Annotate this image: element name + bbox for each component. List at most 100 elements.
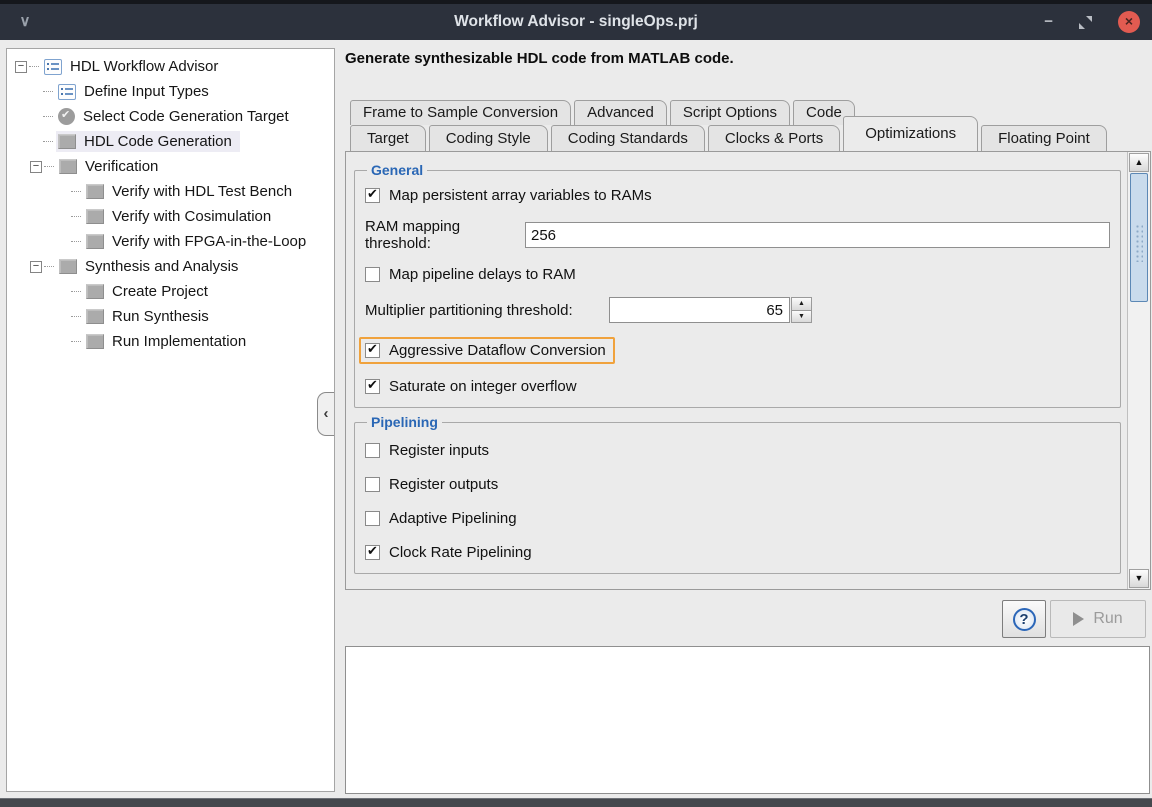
tab-script-options[interactable]: Script Options — [670, 100, 790, 125]
tree-item-label: Run Synthesis — [112, 308, 209, 325]
checkbox-adaptive-pipelining[interactable] — [365, 511, 380, 526]
task-square-icon — [86, 284, 104, 299]
checkbox-label: Register inputs — [389, 442, 489, 459]
tree-item-create-project[interactable]: Create Project — [7, 279, 334, 304]
input-ram-mapping-threshold[interactable] — [525, 222, 1110, 248]
checkbox-map-persistent-rams[interactable]: ✔ — [365, 188, 380, 203]
tree-connector — [71, 191, 81, 192]
tab-target[interactable]: Target — [350, 125, 426, 151]
tree-item-verify-with-fpga-in-the-loop[interactable]: Verify with FPGA-in-the-Loop — [7, 229, 334, 254]
input-multiplier-partitioning-threshold[interactable] — [609, 297, 790, 323]
tree-item-verify-with-cosimulation[interactable]: Verify with Cosimulation — [7, 204, 334, 229]
tab-row-2: Target Coding Style Coding Standards Clo… — [350, 125, 1152, 151]
checkbox-map-pipeline-delays[interactable] — [365, 267, 380, 282]
tree-connector — [43, 116, 53, 117]
task-square-icon — [86, 334, 104, 349]
tree-connector — [71, 341, 81, 342]
checkbox-row-adaptive-pipelining: Adaptive Pipelining — [365, 510, 1110, 527]
tree-item-verify-with-hdl-test-bench[interactable]: Verify with HDL Test Bench — [7, 179, 334, 204]
scroll-thumb[interactable] — [1130, 173, 1148, 302]
field-label: Multiplier partitioning threshold: — [365, 302, 609, 319]
checkbox-register-outputs[interactable] — [365, 477, 380, 492]
tree-connector — [71, 241, 81, 242]
tree-connector — [71, 316, 81, 317]
optimizations-scroll-viewport: General ✔ Map persistent array variables… — [346, 152, 1127, 589]
field-row-multiplier-partitioning-threshold: Multiplier partitioning threshold: ▲ ▼ — [365, 297, 1110, 323]
tree-connector — [44, 266, 54, 267]
field-label: RAM mapping threshold: — [365, 218, 525, 252]
tab-coding-style[interactable]: Coding Style — [429, 125, 548, 151]
window-title: Workflow Advisor - singleOps.prj — [0, 4, 1152, 40]
run-button[interactable]: Run — [1050, 600, 1146, 638]
minimize-icon[interactable]: − — [1044, 16, 1053, 28]
checkbox-row-map-persistent-rams: ✔ Map persistent array variables to RAMs — [365, 187, 1110, 204]
general-group-legend: General — [367, 162, 427, 178]
help-button[interactable]: ? — [1002, 600, 1046, 638]
checkbox-aggressive-dataflow-conversion[interactable]: ✔ — [365, 343, 380, 358]
tree-item-hdl-workflow-advisor[interactable]: − HDL Workflow Advisor — [7, 54, 334, 79]
run-button-label: Run — [1093, 610, 1122, 628]
step-description: Generate synthesizable HDL code from MAT… — [345, 50, 734, 67]
titlebar: ∨ Workflow Advisor - singleOps.prj − × — [0, 0, 1152, 40]
run-play-icon — [1073, 612, 1084, 626]
tree-item-verification[interactable]: − Verification — [7, 154, 334, 179]
checkbox-row-map-pipeline-delays: Map pipeline delays to RAM — [365, 266, 1110, 283]
checkbox-label: Adaptive Pipelining — [389, 510, 517, 527]
close-icon[interactable]: × — [1118, 11, 1140, 33]
task-square-icon — [86, 209, 104, 224]
tree-item-label: Define Input Types — [84, 83, 209, 100]
tree-connector — [71, 216, 81, 217]
checkbox-label: Clock Rate Pipelining — [389, 544, 532, 561]
workflow-advisor-window: ∨ Workflow Advisor - singleOps.prj − × −… — [0, 0, 1152, 807]
tree-item-run-implementation[interactable]: Run Implementation — [7, 329, 334, 354]
main-content: − HDL Workflow Advisor Define Input Type… — [0, 40, 1152, 798]
tree-item-synthesis-and-analysis[interactable]: − Synthesis and Analysis — [7, 254, 334, 279]
tab-coding-standards[interactable]: Coding Standards — [551, 125, 705, 151]
message-log-area[interactable] — [345, 646, 1150, 794]
collapse-minus-icon[interactable]: − — [30, 161, 42, 173]
scroll-up-icon[interactable]: ▲ — [1129, 153, 1149, 172]
tree-item-label: HDL Workflow Advisor — [70, 58, 218, 75]
panel-collapse-handle[interactable]: ‹ — [317, 392, 334, 436]
collapse-minus-icon[interactable]: − — [30, 261, 42, 273]
checkbox-label: Register outputs — [389, 476, 498, 493]
field-row-ram-mapping-threshold: RAM mapping threshold: — [365, 218, 1110, 252]
checkbox-row-register-inputs: Register inputs — [365, 442, 1110, 459]
tab-advanced[interactable]: Advanced — [574, 100, 667, 125]
task-square-icon — [59, 159, 77, 174]
pipelining-group: Pipelining Register inputs Register outp… — [354, 414, 1121, 574]
checkbox-clock-rate-pipelining[interactable]: ✔ — [365, 545, 380, 560]
task-square-icon — [86, 234, 104, 249]
general-group: General ✔ Map persistent array variables… — [354, 162, 1121, 408]
vertical-scrollbar[interactable]: ▲ ▼ — [1127, 152, 1150, 589]
collapse-minus-icon[interactable]: − — [15, 61, 27, 73]
task-list-icon — [44, 59, 62, 75]
tree-item-label: Create Project — [112, 283, 208, 300]
restore-icon[interactable] — [1079, 16, 1092, 29]
task-square-icon — [86, 184, 104, 199]
tab-optimizations[interactable]: Optimizations — [843, 116, 978, 151]
checkbox-row-saturate-overflow: ✔ Saturate on integer overflow — [365, 378, 1110, 395]
spin-up-icon[interactable]: ▲ — [791, 297, 812, 311]
tree-item-label: Synthesis and Analysis — [85, 258, 238, 275]
tree-item-run-synthesis[interactable]: Run Synthesis — [7, 304, 334, 329]
tree-item-define-input-types[interactable]: Define Input Types — [7, 79, 334, 104]
scroll-down-icon[interactable]: ▼ — [1129, 569, 1149, 588]
checkbox-row-aggressive-dataflow: ✔ Aggressive Dataflow Conversion — [365, 337, 1110, 364]
tree-item-label: Verify with HDL Test Bench — [112, 183, 292, 200]
tree-item-label: Select Code Generation Target — [83, 108, 289, 125]
tab-clocks-and-ports[interactable]: Clocks & Ports — [708, 125, 840, 151]
checkbox-register-inputs[interactable] — [365, 443, 380, 458]
tree-item-label: Verification — [85, 158, 158, 175]
spinner-buttons: ▲ ▼ — [791, 297, 812, 323]
spin-down-icon[interactable]: ▼ — [791, 311, 812, 324]
keyboard-focus-ring: ✔ Aggressive Dataflow Conversion — [359, 337, 615, 364]
collapse-chevron-icon: ‹ — [324, 405, 329, 422]
tab-frame-to-sample-conversion[interactable]: Frame to Sample Conversion — [350, 100, 571, 125]
checkbox-label: Saturate on integer overflow — [389, 378, 577, 395]
tree-item-hdl-code-generation[interactable]: HDL Code Generation — [7, 129, 334, 154]
task-square-icon — [58, 134, 76, 149]
checkbox-saturate-on-integer-overflow[interactable]: ✔ — [365, 379, 380, 394]
tab-floating-point[interactable]: Floating Point — [981, 125, 1107, 151]
tree-item-select-code-generation-target[interactable]: ✔ Select Code Generation Target — [7, 104, 334, 129]
